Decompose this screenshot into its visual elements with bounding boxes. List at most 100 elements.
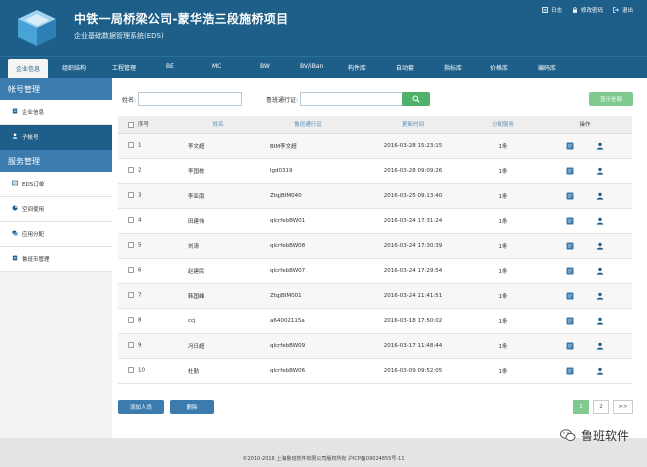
row-checkbox[interactable]: [128, 292, 134, 299]
row-checkbox[interactable]: [128, 217, 134, 224]
user-assign-icon[interactable]: [596, 267, 604, 275]
edit-icon[interactable]: [566, 217, 574, 225]
nav-item-bw[interactable]: BW: [260, 63, 270, 70]
cell-index: 7: [118, 283, 178, 309]
table-row: 6 赵建民 qlcrfebBW07 2016-03-24 17:29:54 1条: [118, 258, 632, 284]
nav-item-org-structure[interactable]: 组织结构: [62, 63, 86, 72]
row-checkbox[interactable]: [128, 342, 134, 349]
header-name: 姓名: [178, 116, 258, 134]
edit-icon[interactable]: [566, 367, 574, 375]
delete-button[interactable]: 删除: [170, 400, 214, 414]
cell-name: 冯日超: [178, 333, 258, 359]
row-checkbox[interactable]: [128, 167, 134, 174]
edit-icon[interactable]: [566, 267, 574, 275]
edit-icon[interactable]: [566, 292, 574, 300]
nav-item-index-library[interactable]: 指标库: [444, 63, 462, 72]
show-all-button[interactable]: 显示全部: [589, 92, 633, 106]
user-assign-icon[interactable]: [596, 342, 604, 350]
watermark: 鲁班软件: [559, 427, 629, 444]
cell-service: 1条: [468, 233, 538, 259]
edit-icon[interactable]: [566, 342, 574, 350]
row-index: 1: [138, 142, 142, 149]
select-all-checkbox[interactable]: [128, 121, 134, 128]
pass-label: 鲁班通行证:: [266, 96, 299, 104]
page-1[interactable]: 1: [573, 400, 589, 414]
change-password-label: 修改密码: [580, 8, 603, 14]
main-nav: 企业信息 组织结构 工程管理 BE MC BW BV/iBan 构件库 自动套 …: [0, 56, 647, 79]
user-assign-icon[interactable]: [596, 317, 604, 325]
edit-icon[interactable]: [566, 192, 574, 200]
edit-icon[interactable]: [566, 317, 574, 325]
row-checkbox[interactable]: [128, 192, 134, 199]
page-next[interactable]: >>: [613, 400, 633, 414]
sidebar-item-coin-management[interactable]: 鲁班币管理: [0, 247, 112, 272]
row-checkbox[interactable]: [128, 242, 134, 249]
edit-icon[interactable]: [566, 142, 574, 150]
nav-item-code-library[interactable]: 编码库: [538, 63, 556, 72]
search-icon: [412, 95, 420, 103]
change-password-link[interactable]: 修改密码: [572, 6, 603, 14]
sidebar-item-company-info[interactable]: 企业信息: [0, 100, 112, 125]
cell-time: 2016-03-24 11:41:51: [358, 283, 468, 309]
user-assign-icon[interactable]: [596, 167, 604, 175]
user-assign-icon[interactable]: [596, 292, 604, 300]
cell-name: 韩国峰: [178, 283, 258, 309]
sidebar: 帐号管理 企业信息 子帐号 服务管理 EDS订单 空间使用 应用分配 鲁班币管理: [0, 78, 112, 438]
sidebar-item-label: 空间使用: [22, 207, 45, 213]
header-index: 序号: [118, 116, 178, 134]
logout-link[interactable]: 退出: [613, 6, 633, 14]
row-index: 4: [138, 217, 142, 224]
nav-item-mc[interactable]: MC: [212, 63, 221, 70]
nav-item-bv-iban[interactable]: BV/iBan: [300, 63, 323, 70]
table-row: 8 ccj a64002115a 2016-03-18 17:50:02 1条: [118, 308, 632, 334]
cell-operation: [538, 133, 632, 159]
nav-item-component-library[interactable]: 构件库: [348, 63, 366, 72]
cell-pass: BIM李文超: [258, 133, 358, 159]
app-title: 中铁一局桥梁公司-蒙华浩三段施桥项目: [74, 12, 289, 26]
nav-item-project-management[interactable]: 工程管理: [112, 63, 136, 72]
sidebar-item-eds-order[interactable]: EDS订单: [0, 172, 112, 197]
search-button[interactable]: [402, 92, 430, 106]
document-icon: [12, 108, 18, 114]
sidebar-item-app-allocation[interactable]: 应用分配: [0, 222, 112, 247]
nav-item-be[interactable]: BE: [166, 63, 174, 70]
edit-icon[interactable]: [566, 242, 574, 250]
cell-pass: a64002115a: [258, 308, 358, 334]
cell-name: 赵建民: [178, 258, 258, 284]
user-assign-icon[interactable]: [596, 142, 604, 150]
name-input[interactable]: [138, 92, 243, 106]
row-checkbox[interactable]: [128, 367, 134, 374]
row-checkbox[interactable]: [128, 317, 134, 324]
row-index: 2: [138, 167, 142, 174]
sidebar-item-label: 应用分配: [22, 232, 45, 238]
user-assign-icon[interactable]: [596, 242, 604, 250]
cube-logo-icon: [18, 10, 56, 46]
user-assign-icon[interactable]: [596, 367, 604, 375]
add-person-button[interactable]: 添加人员: [118, 400, 164, 414]
cell-pass: lgd0319: [258, 158, 358, 184]
cell-service: 1条: [468, 158, 538, 184]
pass-input[interactable]: [300, 92, 405, 106]
coin-icon: [12, 255, 18, 261]
nav-item-company-info[interactable]: 企业信息: [8, 59, 49, 79]
log-link[interactable]: 日志: [542, 6, 562, 14]
page-2[interactable]: 2: [593, 400, 609, 414]
user-assign-icon[interactable]: [596, 217, 604, 225]
cell-index: 1: [118, 133, 178, 159]
nav-item-auto-set[interactable]: 自动套: [396, 63, 414, 72]
edit-icon[interactable]: [566, 167, 574, 175]
wechat-icon: [559, 429, 576, 442]
cell-name: 李亚南: [178, 183, 258, 209]
cell-operation: [538, 183, 632, 209]
nav-item-price-library[interactable]: 价格库: [490, 63, 508, 72]
sidebar-item-sub-account[interactable]: 子帐号: [0, 125, 112, 150]
sidebar-item-space-usage[interactable]: 空间使用: [0, 197, 112, 222]
sidebar-item-label: 鲁班币管理: [22, 257, 50, 263]
cell-pass: qlcrfebBW07: [258, 258, 358, 284]
sidebar-item-label: EDS订单: [22, 182, 45, 188]
user-assign-icon[interactable]: [596, 192, 604, 200]
row-index: 3: [138, 192, 142, 199]
sidebar-item-label: 企业信息: [22, 110, 45, 116]
row-checkbox[interactable]: [128, 267, 134, 274]
row-checkbox[interactable]: [128, 142, 134, 149]
